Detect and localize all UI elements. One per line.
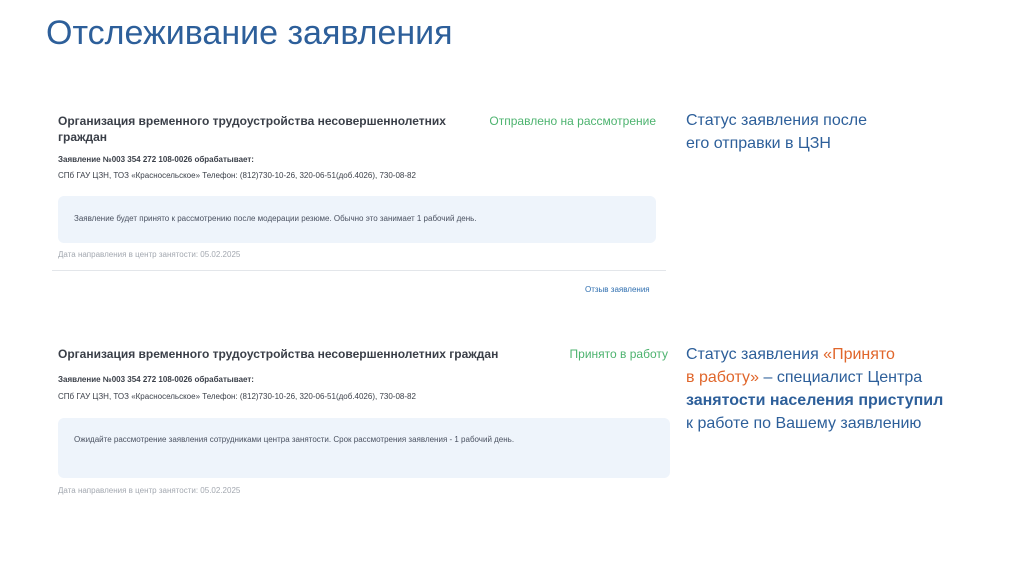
divider xyxy=(52,270,666,271)
card-title: Организация временного трудоустройства н… xyxy=(58,347,499,361)
organization-contacts: СПб ГАУ ЦЗН, ТОЗ «Красносельское» Телефо… xyxy=(58,392,416,401)
caption-line: занятости населения приступил xyxy=(686,392,944,409)
sent-date: Дата направления в центр занятости: 05.0… xyxy=(58,250,241,259)
card-title: Организация временного трудоустройства н… xyxy=(58,114,446,144)
page-title: Отслеживание заявления xyxy=(46,14,453,52)
sent-date: Дата направления в центр занятости: 05.0… xyxy=(58,486,241,495)
application-number: Заявление №003 354 272 108-0026 обрабаты… xyxy=(58,375,254,384)
info-note: Заявление будет принято к рассмотрению п… xyxy=(58,196,656,243)
caption-sent-status: Статус заявления после его отправки в ЦЗ… xyxy=(686,109,867,155)
caption-line: к работе по Вашему заявлению xyxy=(686,415,922,432)
caption-accent: «Принято xyxy=(823,346,895,363)
caption-line: Статус заявления «Принято xyxy=(686,343,1016,366)
status-label: Отправлено на рассмотрение xyxy=(489,114,656,128)
caption-line: его отправки в ЦЗН xyxy=(686,135,831,152)
caption-line: в работу» – специалист Центра xyxy=(686,366,1016,389)
caption-accepted-status: Статус заявления «Принято в работу» – сп… xyxy=(686,343,1016,435)
status-label: Принято в работу xyxy=(569,347,668,361)
caption-line: Статус заявления после xyxy=(686,112,867,129)
caption-accent: в работу» xyxy=(686,369,760,386)
caption-text: – специалист Центра xyxy=(759,369,923,386)
organization-contacts: СПб ГАУ ЦЗН, ТОЗ «Красносельское» Телефо… xyxy=(58,171,416,180)
withdraw-application-link[interactable]: Отзыв заявления xyxy=(585,285,650,294)
info-note: Ожидайте рассмотрение заявления сотрудни… xyxy=(58,418,670,478)
caption-text: Статус заявления xyxy=(686,346,824,363)
application-number: Заявление №003 354 272 108-0026 обрабаты… xyxy=(58,155,254,164)
